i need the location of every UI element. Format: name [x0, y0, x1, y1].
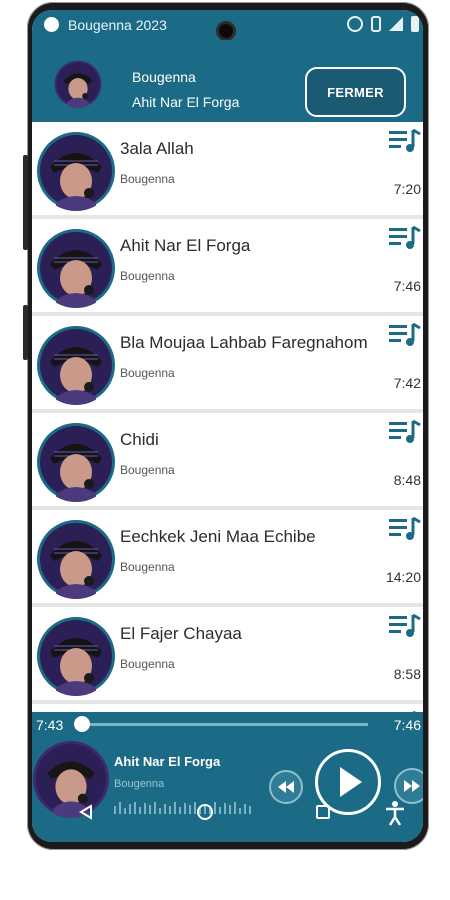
seek-track[interactable]: [82, 723, 368, 726]
add-to-queue-icon[interactable]: [389, 224, 421, 252]
power-button: [23, 305, 28, 360]
player-artist: Bougenna: [114, 778, 165, 790]
song-artist: Bougenna: [120, 172, 175, 186]
song-row[interactable]: Bla Moujaa Lahbab Faregnahom Bougenna 7:42: [32, 316, 423, 409]
volume-button: [23, 155, 28, 250]
status-bar: Bougenna 2023: [32, 10, 423, 41]
song-duration: 8:58: [393, 666, 421, 682]
song-artist: Bougenna: [120, 463, 175, 477]
front-camera: [216, 21, 236, 41]
song-title: Chidi: [120, 430, 159, 449]
close-button[interactable]: FERMER: [305, 67, 406, 117]
song-artist: Bougenna: [120, 560, 175, 574]
app-icon: [44, 17, 59, 32]
seek-thumb[interactable]: [74, 716, 90, 732]
add-to-queue-icon[interactable]: [389, 127, 421, 155]
song-list[interactable]: 3ala Allah Bougenna 7:20 Ahit Nar El Forga B…: [32, 122, 423, 712]
system-nav-bar: [32, 792, 423, 842]
add-to-queue-icon[interactable]: [389, 612, 421, 640]
accessibility-icon[interactable]: [384, 800, 406, 826]
song-title: El Fajer Chayaa: [120, 624, 242, 643]
song-duration: 7:42: [393, 375, 421, 391]
song-title: Bla Moujaa Lahbab Faregnahom: [120, 333, 368, 352]
total-time: 7:46: [393, 717, 421, 733]
song-row[interactable]: 3ala Allah Bougenna 7:20: [32, 122, 423, 215]
song-artist: Bougenna: [120, 657, 175, 671]
song-artwork: [37, 617, 115, 696]
song-artist: Bougenna: [120, 366, 175, 380]
song-duration: 14:20: [385, 569, 421, 585]
now-playing-title: Ahit Nar El Forga: [132, 94, 240, 110]
song-row-partial[interactable]: [32, 704, 423, 712]
song-duration: 7:20: [393, 181, 421, 197]
song-row[interactable]: El Fajer Chayaa Bougenna 8:58: [32, 607, 423, 700]
song-row[interactable]: Eechkek Jeni Maa Echibe Bougenna 14:20: [32, 510, 423, 603]
alarm-icon: [347, 16, 363, 32]
now-playing-artwork: [54, 60, 102, 108]
add-to-queue-icon[interactable]: [389, 418, 421, 446]
battery-icon: [411, 16, 419, 32]
song-artwork: [37, 423, 115, 502]
song-duration: 7:46: [393, 278, 421, 294]
song-title: 3ala Allah: [120, 139, 194, 158]
song-row[interactable]: Chidi Bougenna 8:48: [32, 413, 423, 506]
song-artwork: [37, 326, 115, 405]
add-to-queue-icon[interactable]: [389, 515, 421, 543]
vibrate-icon: [371, 16, 381, 32]
recents-icon[interactable]: [316, 805, 330, 819]
song-title: Ahit Nar El Forga: [120, 236, 251, 255]
current-time: 7:43: [36, 717, 64, 733]
song-duration: 8:48: [393, 472, 421, 488]
home-icon[interactable]: [197, 804, 213, 820]
song-artwork: [37, 132, 115, 211]
signal-icon: [389, 17, 403, 31]
now-playing-header: Bougenna Ahit Nar El Forga FERMER: [32, 40, 423, 122]
phone-screen: Bougenna 2023 Bougenna Ahit Nar El Forga…: [32, 10, 423, 842]
player-title: Ahit Nar El Forga: [114, 754, 221, 769]
status-app-title: Bougenna 2023: [68, 17, 167, 33]
song-artist: Bougenna: [120, 269, 175, 283]
now-playing-artist: Bougenna: [132, 69, 196, 85]
back-icon[interactable]: [78, 804, 94, 820]
add-to-queue-icon[interactable]: [389, 321, 421, 349]
seek-bar-row: 7:43 7:46: [32, 712, 423, 736]
song-row[interactable]: Ahit Nar El Forga Bougenna 7:46: [32, 219, 423, 312]
song-artwork: [37, 229, 115, 308]
status-icons: [347, 16, 419, 32]
song-title: Eechkek Jeni Maa Echibe: [120, 527, 316, 546]
song-artwork: [37, 520, 115, 599]
